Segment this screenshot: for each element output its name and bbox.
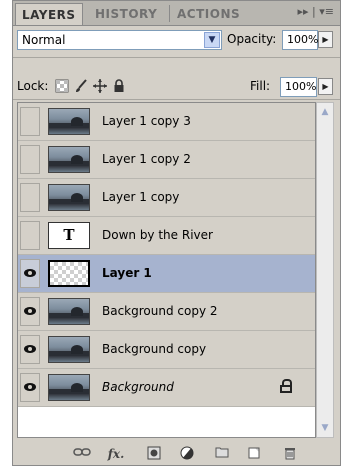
eye-icon (24, 383, 36, 391)
layer-thumbnail (48, 374, 90, 401)
tab-layers[interactable]: LAYERS (15, 3, 83, 25)
layer-row[interactable]: Layer 1 copy (18, 179, 315, 217)
opacity-slider-arrow-icon[interactable]: ▶ (318, 31, 333, 48)
visibility-toggle[interactable] (20, 335, 40, 364)
fx-icon[interactable]: fx. (107, 446, 125, 462)
panel-menu-icon[interactable]: ▸▸ | ▾≡ (298, 5, 334, 18)
tab-separator (169, 5, 170, 22)
scroll-up-icon[interactable]: ▲ (318, 105, 332, 119)
layer-name: Background copy (102, 342, 207, 356)
layer-name: Layer 1 copy 3 (102, 114, 191, 128)
lock-position-move-icon[interactable] (93, 79, 107, 93)
lock-all-icon[interactable] (112, 79, 126, 93)
fill-field[interactable]: 100% (280, 77, 317, 97)
layer-row[interactable]: T Down by the River (18, 217, 315, 255)
new-layer-icon[interactable] (245, 446, 263, 462)
tab-actions[interactable]: ACTIONS (171, 3, 246, 25)
link-layers-icon[interactable] (73, 446, 91, 462)
blend-mode-value: Normal (22, 33, 66, 47)
lock-icon (280, 379, 292, 393)
layer-thumbnail (48, 108, 90, 135)
layer-row[interactable]: Layer 1 copy 3 (18, 103, 315, 141)
new-group-icon[interactable] (213, 446, 231, 462)
text-layer-thumbnail: T (48, 222, 90, 249)
chevron-down-icon[interactable]: ▼ (204, 32, 220, 48)
layer-thumbnail (48, 260, 90, 287)
visibility-toggle[interactable] (20, 107, 40, 136)
blend-mode-select[interactable]: Normal ▼ (17, 30, 222, 50)
visibility-toggle[interactable] (20, 297, 40, 326)
layer-thumbnail (48, 298, 90, 325)
layer-name: Layer 1 copy 2 (102, 152, 191, 166)
panel-tab-bar: LAYERS HISTORY ACTIONS ▸▸ | ▾≡ (13, 1, 340, 26)
layer-name: Layer 1 copy (102, 190, 180, 204)
layer-name: Layer 1 (102, 266, 152, 280)
layer-row[interactable]: Layer 1 copy 2 (18, 141, 315, 179)
visibility-toggle[interactable] (20, 145, 40, 174)
lock-transparent-pixels-icon[interactable] (55, 79, 69, 93)
visibility-toggle[interactable] (20, 183, 40, 212)
layer-name: Down by the River (102, 228, 213, 242)
layer-row[interactable]: Background copy 2 (18, 293, 315, 331)
fill-slider-arrow-icon[interactable]: ▶ (318, 78, 333, 95)
eye-icon (24, 269, 36, 277)
lock-image-pixels-brush-icon[interactable] (74, 79, 88, 93)
layer-thumbnail (48, 184, 90, 211)
visibility-toggle[interactable] (20, 221, 40, 250)
eye-icon (24, 307, 36, 315)
visibility-toggle[interactable] (20, 259, 40, 288)
layer-thumbnail (48, 146, 90, 173)
tab-history[interactable]: HISTORY (89, 3, 163, 25)
layers-list: Layer 1 copy 3 Layer 1 copy 2 Layer 1 co… (17, 102, 316, 438)
layer-name: Background (102, 380, 174, 394)
divider (13, 99, 340, 100)
adjustment-layer-icon[interactable] (178, 446, 196, 462)
layers-scrollbar[interactable]: ▲ ▼ (316, 102, 334, 438)
delete-layer-icon[interactable] (281, 446, 299, 462)
eye-icon (24, 345, 36, 353)
opacity-label: Opacity: (227, 32, 277, 46)
scroll-down-icon[interactable]: ▼ (318, 421, 332, 435)
layer-row-selected[interactable]: Layer 1 (18, 255, 315, 293)
text-layer-icon: T (63, 226, 75, 244)
layers-bottom-toolbar: fx. (13, 442, 340, 466)
layer-row[interactable]: Background (18, 369, 315, 407)
divider (13, 57, 340, 58)
fill-label: Fill: (250, 79, 271, 93)
opacity-field[interactable]: 100% (282, 30, 318, 50)
layer-row[interactable]: Background copy (18, 331, 315, 369)
layer-name: Background copy 2 (102, 304, 218, 318)
visibility-toggle[interactable] (20, 373, 40, 402)
lock-label: Lock: (17, 79, 49, 93)
layers-panel: LAYERS HISTORY ACTIONS ▸▸ | ▾≡ Normal ▼ … (12, 0, 341, 466)
layer-mask-icon[interactable] (145, 446, 163, 462)
layer-thumbnail (48, 336, 90, 363)
